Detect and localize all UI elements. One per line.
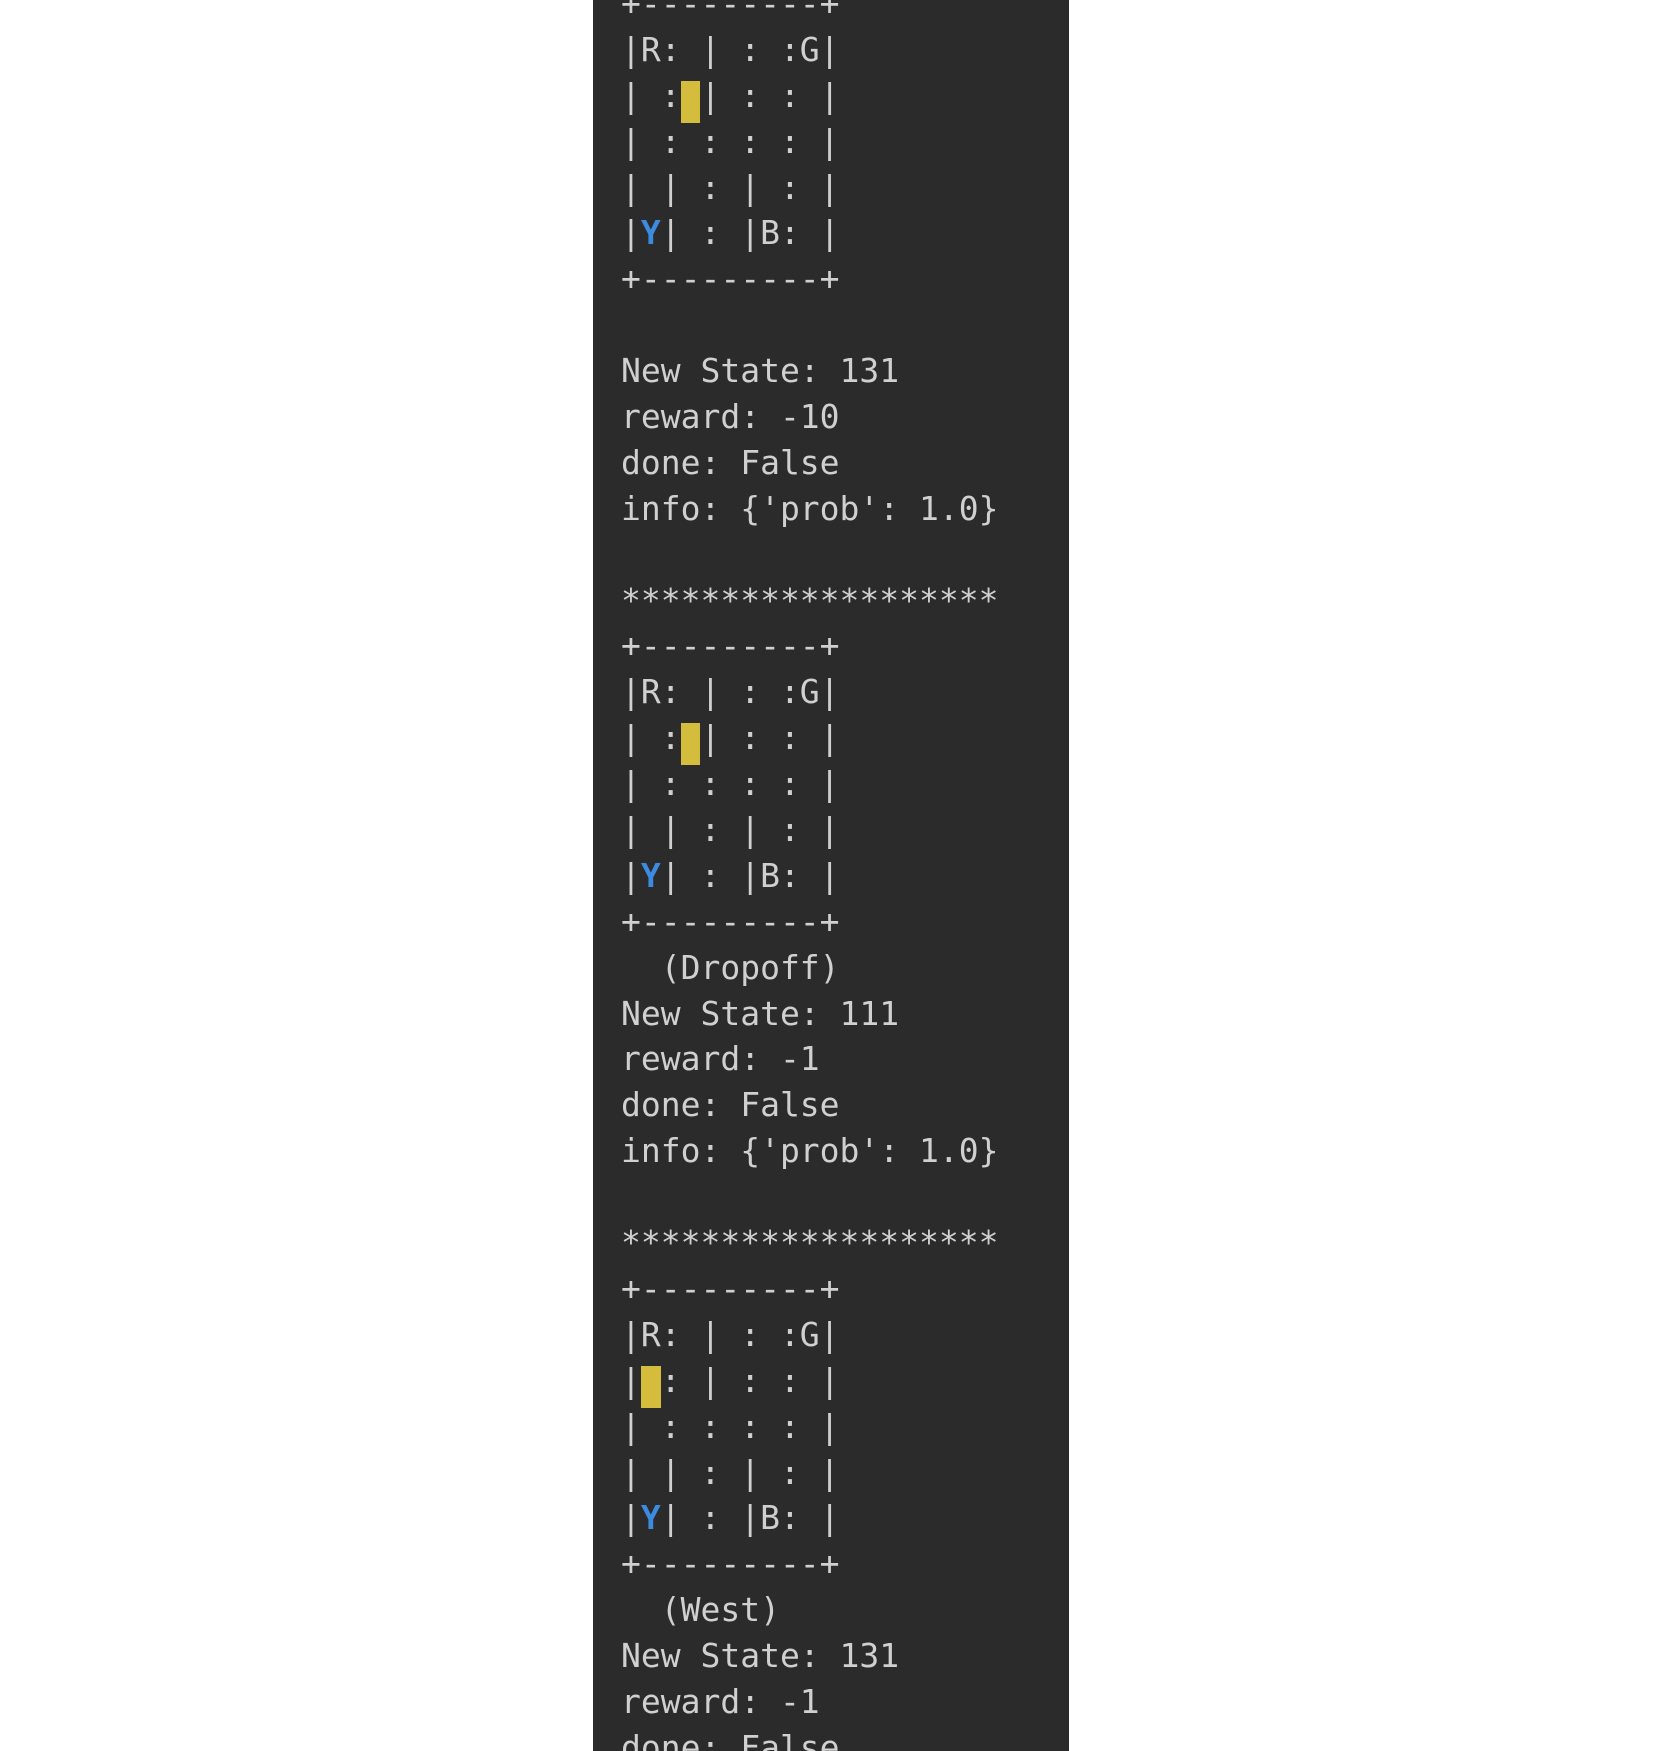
- console-text: | : |B: |: [660, 1498, 840, 1538]
- console-line: |Y| : |B: |: [621, 210, 999, 256]
- console-line: |R: | : :G|: [621, 1312, 999, 1358]
- console-line: | : : : : |: [621, 764, 840, 804]
- console-text: | :: [621, 75, 681, 115]
- console-line: | | : | : |: [621, 1452, 840, 1492]
- console-text: |: [621, 855, 641, 895]
- console-line: +---------+: [621, 626, 840, 666]
- console-line: info: {'prob': 1.0}: [621, 488, 999, 528]
- taxi-cursor: [680, 80, 701, 123]
- console-line: done: False: [621, 1727, 840, 1751]
- console-line: New State: 131: [621, 351, 900, 391]
- console-text: | :: [621, 718, 681, 758]
- console-line: (West): [621, 1590, 780, 1630]
- console-line: +---------+: [621, 0, 840, 23]
- console-text: |R: | : :G|: [621, 29, 840, 69]
- console-line: reward: -1: [621, 1681, 820, 1721]
- console-text: |R: | : :G|: [621, 672, 840, 712]
- console-line: +---------+: [621, 259, 840, 299]
- console-line: | : : : : |: [621, 1406, 840, 1446]
- console-line: | : : : : |: [621, 121, 840, 161]
- console-line: +---------+: [621, 1268, 840, 1308]
- console-text: | : : |: [700, 718, 840, 758]
- terminal-output-panel: +---------+ |R: | : :G| | : | : : | | : : :…: [593, 0, 1069, 1751]
- console-line: | | : | : |: [621, 167, 840, 207]
- console-line: | : | : : |: [621, 1358, 999, 1408]
- console-line: done: False: [621, 442, 840, 482]
- console-line: | : | : : |: [621, 73, 999, 123]
- console-line: (Dropoff): [621, 947, 840, 987]
- console-line: New State: 131: [621, 1636, 900, 1676]
- console-line: *******************: [621, 1223, 999, 1263]
- console-text: | : |B: |: [660, 213, 840, 253]
- console-line: +---------+: [621, 901, 840, 941]
- console-text: | : : |: [700, 75, 840, 115]
- console-text: : | : : |: [660, 1360, 840, 1400]
- console-text: | : |B: |: [660, 855, 840, 895]
- console-line: | : | : : |: [621, 715, 999, 766]
- console-line: reward: -10: [621, 397, 840, 437]
- console-line: reward: -1: [621, 1039, 820, 1079]
- taxi-cursor: [680, 723, 701, 766]
- console-line: |Y| : |B: |: [621, 1495, 999, 1541]
- console-text: |R: | : :G|: [621, 1314, 840, 1354]
- console-line: |R: | : :G|: [621, 669, 999, 715]
- console-line: info: {'prob': 1.0}: [621, 1131, 999, 1171]
- console-line: *******************: [621, 580, 999, 620]
- console-line: New State: 111: [621, 993, 900, 1033]
- console-line: done: False: [621, 1085, 840, 1125]
- console-text: |: [621, 1360, 641, 1400]
- console-output: +---------+ |R: | : :G| | : | : : | | : : :…: [621, 0, 999, 1751]
- console-text: |: [621, 213, 641, 253]
- console-line: |Y| : |B: |: [621, 853, 999, 899]
- destination-marker: Y: [640, 213, 661, 253]
- destination-marker: Y: [640, 855, 661, 895]
- console-line: | | : | : |: [621, 810, 840, 850]
- destination-marker: Y: [640, 1498, 661, 1538]
- console-line: +---------+: [621, 1544, 840, 1584]
- console-line: |R: | : :G|: [621, 27, 999, 73]
- taxi-cursor: [640, 1365, 661, 1408]
- console-text: |: [621, 1498, 641, 1538]
